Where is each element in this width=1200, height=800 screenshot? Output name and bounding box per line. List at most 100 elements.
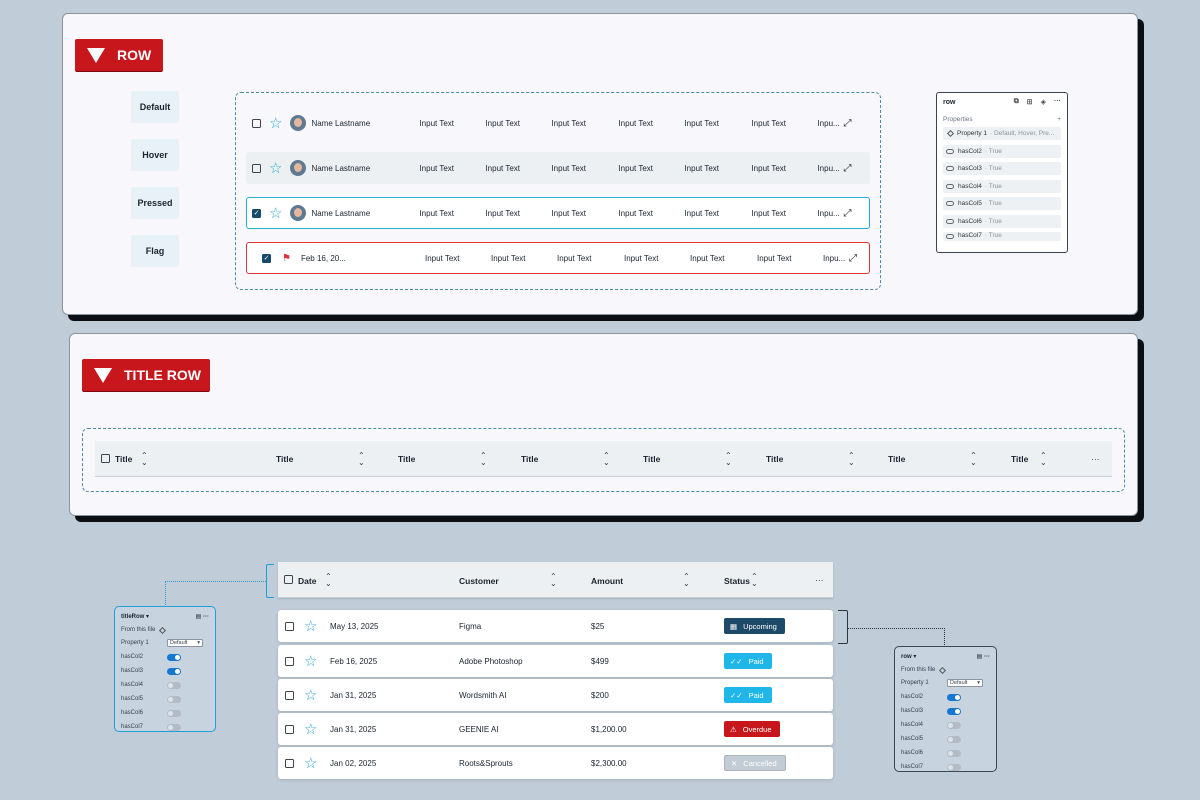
table-row[interactable]: ☆ Feb 16, 2025 Adobe Photoshop $499 ✓✓ Pa… bbox=[278, 645, 833, 677]
toggle-switch[interactable] bbox=[947, 735, 961, 743]
row-customer: Wordsmith AI bbox=[459, 690, 507, 700]
toggle-switch[interactable] bbox=[947, 693, 961, 701]
more-icon[interactable]: ▤ ··· bbox=[196, 613, 209, 620]
sort-icon[interactable]: ⌃ ⌄ bbox=[725, 452, 732, 467]
property-select[interactable]: Default ▾ bbox=[947, 679, 983, 687]
property-row[interactable]: hasCol6 · True bbox=[943, 214, 1061, 228]
table-row[interactable]: ☆ Jan 31, 2025 GEENIE AI $1,200.00 ⚠ Over… bbox=[278, 713, 833, 745]
sort-icon[interactable]: ⌃ ⌄ bbox=[751, 573, 758, 588]
row-checkbox[interactable] bbox=[285, 621, 294, 631]
grid-icon[interactable]: ⊞ bbox=[1027, 98, 1033, 106]
toggle-switch[interactable] bbox=[947, 763, 961, 771]
column-status[interactable]: Status bbox=[724, 576, 750, 586]
star-icon[interactable]: ☆ bbox=[269, 116, 282, 131]
property-row[interactable]: hasCol3 · True bbox=[943, 162, 1061, 175]
toggle-switch[interactable] bbox=[947, 721, 961, 729]
row-checkbox[interactable] bbox=[285, 724, 294, 734]
expand-icon[interactable]: ⤢ bbox=[843, 163, 851, 174]
table-row[interactable]: ☆ May 13, 2025 Figma $25 ▦ Upcoming bbox=[278, 610, 833, 642]
star-icon[interactable]: ☆ bbox=[304, 610, 317, 642]
sort-icon[interactable]: ⌃ ⌄ bbox=[603, 452, 610, 467]
column-title[interactable]: Title bbox=[276, 441, 293, 477]
row-checkbox[interactable] bbox=[252, 118, 261, 128]
toggle-switch[interactable] bbox=[947, 749, 961, 757]
row-checkbox-checked[interactable]: ✓ bbox=[252, 208, 261, 218]
input-text-cell: Input Text bbox=[751, 118, 786, 128]
column-title[interactable]: Title bbox=[1011, 441, 1028, 477]
sort-icon[interactable]: ⌃ ⌄ bbox=[1040, 452, 1047, 467]
more-icon[interactable]: ▤ ··· bbox=[977, 653, 990, 660]
row-variant-hover[interactable]: ☆ Name Lastname Input Text Input Text In… bbox=[246, 152, 870, 184]
toggle-switch[interactable] bbox=[167, 667, 181, 675]
row-checkbox[interactable] bbox=[285, 758, 294, 768]
property-name: hasCol2 bbox=[958, 147, 982, 155]
select-all-checkbox[interactable] bbox=[284, 575, 293, 584]
add-property-button[interactable]: + bbox=[1057, 116, 1061, 123]
row-amount: $2,300.00 bbox=[591, 758, 627, 768]
row-checkbox-checked[interactable]: ✓ bbox=[262, 253, 271, 263]
property-row[interactable]: Property 1 · Default, Hover, Pre... bbox=[943, 127, 1061, 140]
input-text-cell: Input Text bbox=[551, 118, 586, 128]
row-variant-flag[interactable]: ✓ ⚑ Feb 16, 20... Input Text Input Text … bbox=[246, 242, 870, 274]
column-title[interactable]: Title bbox=[115, 441, 132, 477]
star-icon[interactable]: ☆ bbox=[304, 645, 317, 677]
row-checkbox[interactable] bbox=[285, 656, 294, 666]
column-title[interactable]: Title bbox=[398, 441, 415, 477]
column-title[interactable]: Title bbox=[888, 441, 905, 477]
sort-icon[interactable]: ⌃ ⌄ bbox=[141, 452, 148, 467]
input-text-cell: Input Text bbox=[485, 118, 520, 128]
sort-icon[interactable]: ⌃ ⌄ bbox=[970, 452, 977, 467]
row-variant-pressed[interactable]: ✓ ☆ Name Lastname Input Text Input Text … bbox=[246, 197, 870, 229]
more-options-icon[interactable]: ··· bbox=[815, 575, 824, 585]
sort-icon[interactable]: ⌃ ⌄ bbox=[683, 573, 690, 588]
select-all-checkbox[interactable] bbox=[101, 454, 110, 463]
star-icon[interactable]: ☆ bbox=[304, 713, 317, 745]
property-row[interactable]: hasCol2 · True bbox=[943, 144, 1061, 158]
toggle-switch[interactable] bbox=[947, 707, 961, 715]
toggle-switch[interactable] bbox=[167, 709, 181, 717]
toggle-switch[interactable] bbox=[167, 723, 181, 731]
star-icon[interactable]: ☆ bbox=[304, 679, 317, 711]
star-icon[interactable]: ☆ bbox=[269, 161, 282, 176]
more-options-icon[interactable]: ··· bbox=[1091, 441, 1100, 477]
property-name: Property 1 bbox=[901, 680, 929, 686]
expand-icon[interactable]: ⤢ bbox=[843, 118, 851, 129]
row-checkbox[interactable] bbox=[285, 690, 294, 700]
sort-icon[interactable]: ⌃ ⌄ bbox=[550, 573, 557, 588]
row-variant-default[interactable]: ☆ Name Lastname Input Text Input Text In… bbox=[246, 107, 870, 139]
star-icon[interactable]: ☆ bbox=[304, 747, 317, 779]
sort-icon[interactable]: ⌃ ⌄ bbox=[325, 573, 332, 588]
toggle-switch[interactable] bbox=[167, 681, 181, 689]
target-icon[interactable]: ◈ bbox=[1041, 98, 1046, 106]
sort-icon[interactable]: ⌃ ⌄ bbox=[358, 452, 365, 467]
toggle-switch[interactable] bbox=[167, 695, 181, 703]
column-customer[interactable]: Customer bbox=[459, 576, 499, 586]
calendar-icon: ▦ bbox=[730, 621, 738, 631]
toggle-switch[interactable] bbox=[167, 653, 181, 661]
property-value: · True bbox=[984, 232, 1002, 239]
star-icon[interactable]: ☆ bbox=[269, 206, 282, 221]
property-row[interactable]: hasCol5 · True bbox=[943, 197, 1061, 210]
property-select[interactable]: Default ▾ bbox=[167, 639, 203, 647]
sort-icon[interactable]: ⌃ ⌄ bbox=[848, 452, 855, 467]
expand-icon[interactable]: ⤢ bbox=[843, 208, 851, 219]
flag-icon[interactable]: ⚑ bbox=[282, 253, 291, 264]
more-icon[interactable]: ··· bbox=[1054, 98, 1061, 106]
column-title[interactable]: Title bbox=[643, 441, 660, 477]
column-title[interactable]: Title bbox=[521, 441, 538, 477]
expand-icon[interactable]: ⤢ bbox=[849, 253, 857, 264]
toggle-icon bbox=[946, 183, 954, 189]
column-title[interactable]: Title bbox=[766, 441, 783, 477]
table-row[interactable]: ☆ Jan 31, 2025 Wordsmith AI $200 ✓✓ Paid bbox=[278, 679, 833, 711]
table-row[interactable]: ☆ Jan 02, 2025 Roots&Sprouts $2,300.00 ✕… bbox=[278, 747, 833, 779]
property-row[interactable]: hasCol4 · True bbox=[943, 179, 1061, 193]
column-amount[interactable]: Amount bbox=[591, 576, 623, 586]
property-row[interactable]: hasCol7 · True bbox=[943, 232, 1061, 241]
input-text-cell: Input Text bbox=[556, 253, 592, 263]
sort-icon[interactable]: ⌃ ⌄ bbox=[480, 452, 487, 467]
row-checkbox[interactable] bbox=[252, 163, 261, 173]
component-icon[interactable]: ⧉ bbox=[1014, 98, 1019, 106]
toggle-label: hasCol6 bbox=[121, 710, 144, 716]
toggle-label: hasCol7 bbox=[121, 724, 144, 730]
column-date[interactable]: Date bbox=[298, 576, 316, 586]
